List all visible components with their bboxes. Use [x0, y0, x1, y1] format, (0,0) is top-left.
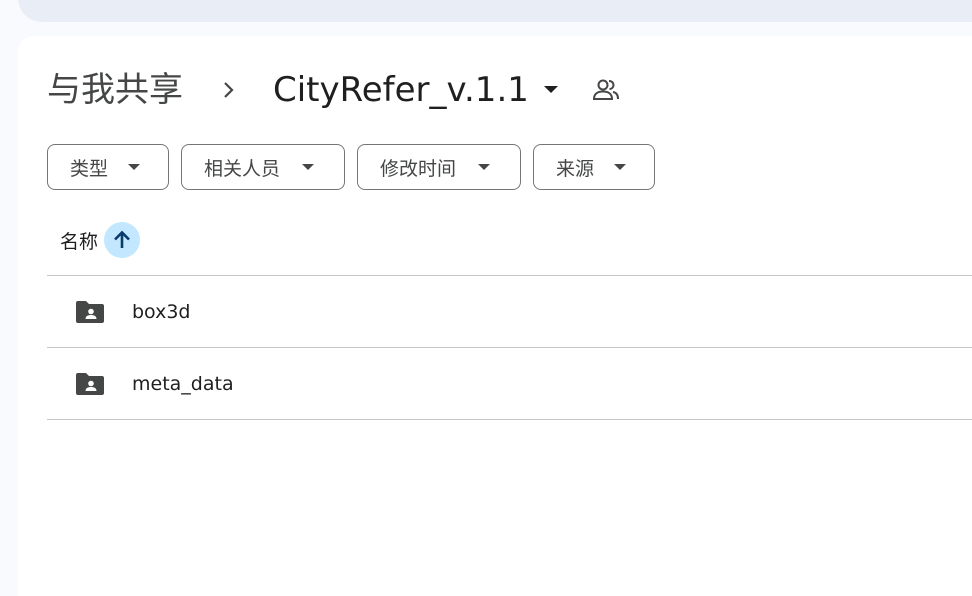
search-bar-area	[18, 0, 972, 22]
filter-people-label: 相关人员	[204, 157, 281, 180]
chevron-right-icon	[213, 74, 245, 106]
filter-bar: 类型 相关人员 修改时间 来源	[47, 144, 655, 190]
caret-down-icon	[614, 161, 627, 173]
filter-modified-label: 修改时间	[380, 157, 457, 180]
filter-type-chip[interactable]: 类型	[47, 144, 169, 190]
filter-source-label: 来源	[556, 157, 595, 180]
sort-ascending-button[interactable]	[104, 222, 141, 258]
file-name: meta_data	[132, 372, 234, 395]
file-list: box3d meta_data	[47, 275, 972, 420]
filter-people-chip[interactable]: 相关人员	[181, 144, 345, 190]
caret-down-icon	[541, 80, 561, 100]
current-folder-title: CityRefer_v.1.1	[273, 70, 529, 110]
breadcrumb: 与我共享 CityRefer_v.1.1	[47, 64, 621, 116]
table-row[interactable]: box3d	[47, 275, 972, 347]
caret-down-icon	[302, 161, 315, 173]
filter-source-chip[interactable]: 来源	[533, 144, 655, 190]
shared-people-icon[interactable]	[591, 75, 621, 105]
file-name: box3d	[132, 300, 191, 323]
shared-folder-icon	[74, 370, 106, 398]
shared-folder-icon	[74, 298, 106, 326]
caret-down-icon	[478, 161, 491, 173]
column-name-label: 名称	[60, 230, 99, 253]
arrow-up-icon	[114, 230, 130, 248]
breadcrumb-root-shared-with-me[interactable]: 与我共享	[47, 64, 183, 116]
filter-type-label: 类型	[70, 157, 109, 180]
caret-down-icon	[128, 161, 141, 173]
breadcrumb-current-folder[interactable]: CityRefer_v.1.1	[273, 64, 561, 116]
column-header-name[interactable]: 名称	[60, 222, 141, 258]
table-row[interactable]: meta_data	[47, 347, 972, 420]
filter-modified-chip[interactable]: 修改时间	[357, 144, 521, 190]
